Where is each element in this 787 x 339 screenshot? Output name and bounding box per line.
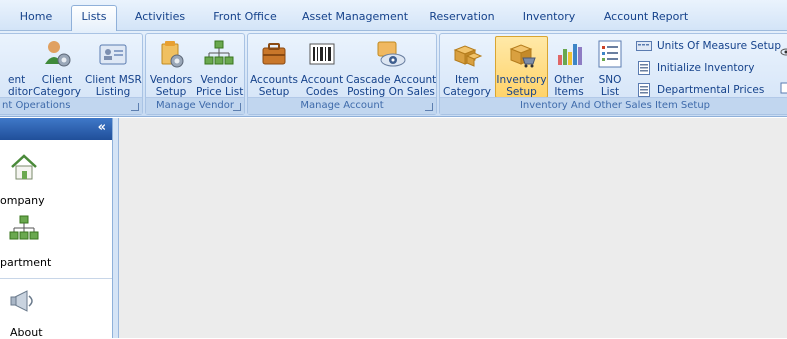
ribbon-panel: ent ditor Client Category Client MSR Lis… [0, 31, 787, 117]
vendor-price-list-icon [203, 38, 235, 70]
client-msr-listing-icon [97, 38, 129, 70]
tab-front-office[interactable]: Front Office [205, 6, 285, 29]
group-caption-client-operations: nt Operations [0, 97, 142, 114]
megaphone-icon [9, 286, 39, 316]
dialog-launcher-icon[interactable] [233, 103, 241, 111]
collapse-chevron-icon[interactable]: « [98, 120, 106, 135]
group-manage-account: Accounts Setup Account Codes Cascade A [247, 33, 437, 115]
vendors-setup-icon [155, 38, 187, 70]
main-content-area [119, 118, 787, 338]
group-caption-manage-account: Manage Account [248, 97, 436, 114]
department-icon [9, 214, 39, 244]
other-items-icon [553, 38, 585, 70]
client-editor-icon [9, 38, 19, 70]
overflow-list-icon[interactable] [780, 82, 787, 94]
client-category-icon [41, 38, 73, 70]
tab-account-report[interactable]: Account Report [598, 6, 694, 29]
units-of-measure-icon [636, 39, 652, 53]
inventory-setup-button[interactable]: Inventory Setup [495, 36, 548, 98]
tab-inventory[interactable]: Inventory [514, 6, 584, 29]
accounts-setup-button[interactable]: Accounts Setup [250, 36, 298, 98]
sno-list-button[interactable]: SNO List [590, 36, 630, 98]
nav-item-company[interactable]: ompany [0, 152, 112, 208]
sno-list-icon [594, 38, 626, 70]
account-codes-icon [306, 38, 338, 70]
inventory-setup-icon [506, 38, 538, 70]
dialog-launcher-icon[interactable] [425, 103, 433, 111]
tab-lists[interactable]: Lists [71, 5, 117, 31]
nav-item-about[interactable]: About [0, 286, 112, 338]
group-caption-inventory-setup: Inventory And Other Sales Item Setup [440, 97, 787, 114]
item-category-button[interactable]: Item Category [442, 36, 492, 98]
group-caption-manage-vendor: Manage Vendor [146, 97, 244, 114]
group-inventory-setup: Item Category Inventory Setup Other [439, 33, 787, 115]
vendor-price-list-button[interactable]: Vendor Price List [196, 36, 242, 98]
group-manage-vendor: Vendors Setup Vendor Price List Manage V… [145, 33, 245, 115]
other-items-button[interactable]: Other Items [550, 36, 588, 98]
account-codes-button[interactable]: Account Codes [300, 36, 344, 98]
dialog-launcher-icon[interactable] [131, 103, 139, 111]
accounts-setup-icon [258, 38, 290, 70]
ribbon-tab-bar: Home Lists Activities Front Office Asset… [0, 0, 787, 31]
tab-activities[interactable]: Activities [128, 6, 192, 29]
home-icon [9, 152, 39, 182]
navigation-pane: « ompany partment About [0, 118, 113, 338]
group-client-operations: ent ditor Client Category Client MSR Lis… [0, 33, 143, 115]
tab-reservation[interactable]: Reservation [424, 6, 500, 29]
tab-home[interactable]: Home [10, 6, 62, 29]
departmental-prices-icon [636, 83, 652, 97]
client-editor-button[interactable]: ent ditor [0, 36, 30, 98]
nav-item-department[interactable]: partment [0, 214, 112, 274]
units-of-measure-setup-button[interactable]: Units Of Measure Setup [636, 36, 781, 56]
client-category-button[interactable]: Client Category [31, 36, 83, 98]
overflow-eye-icon[interactable] [780, 46, 787, 58]
client-msr-listing-button[interactable]: Client MSR Listing [85, 36, 141, 98]
item-category-icon [451, 38, 483, 70]
initialize-inventory-button[interactable]: Initialize Inventory [636, 58, 754, 78]
nav-divider [0, 278, 112, 279]
cascade-account-posting-button[interactable]: Cascade Account Posting On Sales [346, 36, 436, 98]
tab-asset-management[interactable]: Asset Management [298, 6, 412, 29]
vendors-setup-button[interactable]: Vendors Setup [148, 36, 194, 98]
initialize-inventory-icon [636, 61, 652, 75]
navigation-pane-header: « [0, 118, 112, 140]
cascade-account-icon [375, 38, 407, 70]
